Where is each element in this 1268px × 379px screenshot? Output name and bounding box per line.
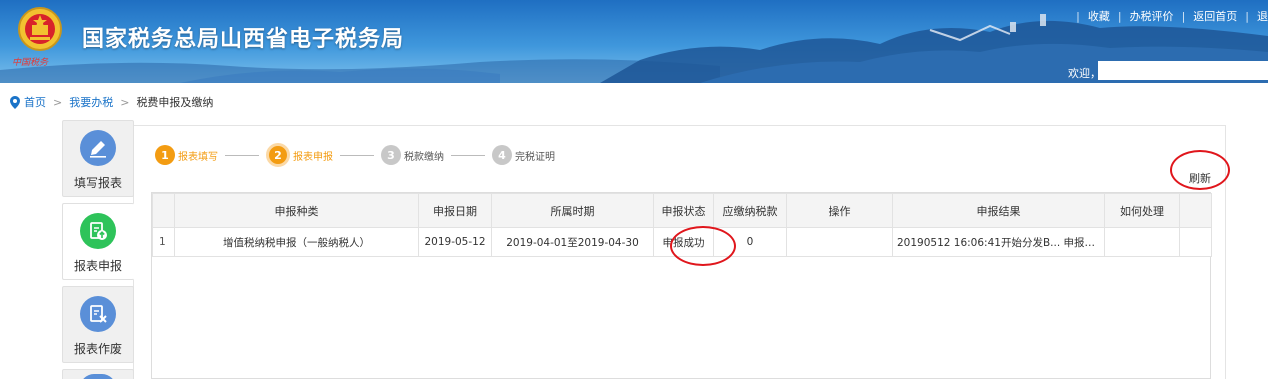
column-header: 如何处理 — [1104, 193, 1180, 228]
welcome-text: 欢迎， — [1068, 67, 1101, 80]
cell-result: 20190512 16:06:41开始分发B... 申报成功！ — [892, 227, 1105, 257]
cell-action — [786, 227, 893, 257]
column-header: 应缴纳税款 — [713, 193, 787, 228]
cell-declaration-date: 2019-05-12 — [418, 227, 492, 257]
step-label: 完税证明 — [515, 151, 555, 163]
step-number: 2 — [266, 143, 290, 167]
column-header: 操作 — [786, 193, 893, 228]
site-title: 国家税务总局山西省电子税务局 — [82, 27, 405, 52]
cell-status: 申报成功 — [653, 227, 714, 257]
cell-period: 2019-04-01至2019-04-30 — [491, 227, 654, 257]
site-header: 中国税务 国家税务总局山西省电子税务局 | 收藏 | 办税评价 | 返回首页 |… — [0, 0, 1268, 83]
report-void-icon — [80, 296, 116, 332]
home-link[interactable]: 返回首页 — [1193, 8, 1237, 24]
progress-steps: 1 报表填写 2 报表申报 3 税款缴纳 4 完税证明 — [155, 143, 555, 167]
nav-submit-report[interactable]: 报表申报 — [62, 203, 134, 280]
column-header-index — [152, 193, 175, 228]
breadcrumb-tax-handling[interactable]: 我要办税 — [69, 94, 113, 110]
side-nav: 填写报表 报表申报 报表作废 — [62, 120, 134, 379]
tax-emblem-logo — [16, 6, 64, 52]
nav-void-report[interactable]: 报表作废 — [62, 286, 134, 363]
pencil-icon — [80, 130, 116, 166]
step-fill-report: 1 报表填写 — [155, 145, 218, 165]
cell-declaration-type: 增值税纳税申报（一般纳税人） — [174, 227, 419, 257]
step-connector — [340, 154, 374, 156]
cell-how-to-handle — [1104, 227, 1180, 257]
row-index: 1 — [152, 227, 175, 257]
location-pin-icon — [10, 95, 20, 109]
step-pay-tax: 3 税款缴纳 — [381, 145, 444, 165]
nav-more-icon — [80, 374, 116, 379]
cell-tax-due: 0 — [713, 227, 787, 257]
column-header-spacer — [1179, 193, 1212, 228]
nav-label: 填写报表 — [73, 176, 122, 190]
step-number: 3 — [381, 145, 401, 165]
table-header-row: 申报种类 申报日期 所属时期 申报状态 应缴纳税款 操作 申报结果 如何处理 — [152, 193, 1212, 228]
step-label: 报表填写 — [178, 151, 218, 163]
column-header: 所属时期 — [491, 193, 654, 228]
step-tax-certificate: 4 完税证明 — [492, 145, 555, 165]
declaration-table: 申报种类 申报日期 所属时期 申报状态 应缴纳税款 操作 申报结果 如何处理 1… — [151, 192, 1212, 379]
report-upload-icon — [80, 213, 116, 249]
step-label: 报表申报 — [293, 151, 333, 163]
step-submit-report: 2 报表申报 — [266, 143, 333, 167]
nav-label: 报表申报 — [73, 259, 122, 273]
breadcrumb-home[interactable]: 首页 — [24, 94, 46, 110]
column-header: 申报状态 — [653, 193, 714, 228]
favorite-link[interactable]: 收藏 — [1088, 8, 1110, 24]
column-header: 申报日期 — [418, 193, 492, 228]
step-connector — [451, 154, 485, 156]
user-name-box — [1098, 61, 1268, 80]
table-row[interactable]: 1 增值税纳税申报（一般纳税人） 2019-05-12 2019-04-01至2… — [152, 227, 1212, 257]
step-number: 4 — [492, 145, 512, 165]
column-header: 申报结果 — [892, 193, 1105, 228]
nav-fill-report[interactable]: 填写报表 — [62, 120, 134, 197]
nav-label: 报表作废 — [73, 342, 122, 356]
chevron-right-icon: > — [53, 95, 63, 109]
refresh-button[interactable]: 刷新 — [1189, 170, 1211, 186]
logout-link[interactable]: 退 — [1257, 8, 1268, 24]
nav-more[interactable] — [62, 369, 134, 379]
step-label: 税款缴纳 — [404, 151, 444, 163]
breadcrumb: 首页 > 我要办税 > 税费申报及缴纳 — [10, 94, 213, 110]
chevron-right-icon: > — [120, 95, 130, 109]
evaluate-link[interactable]: 办税评价 — [1130, 8, 1174, 24]
cell-spacer — [1179, 227, 1212, 257]
top-links: | 收藏 | 办税评价 | 返回首页 | 退 — [1076, 8, 1268, 24]
column-header: 申报种类 — [174, 193, 419, 228]
step-number: 1 — [155, 145, 175, 165]
breadcrumb-current: 税费申报及缴纳 — [136, 96, 214, 109]
emblem-caption: 中国税务 — [12, 58, 49, 68]
step-connector — [225, 154, 259, 156]
